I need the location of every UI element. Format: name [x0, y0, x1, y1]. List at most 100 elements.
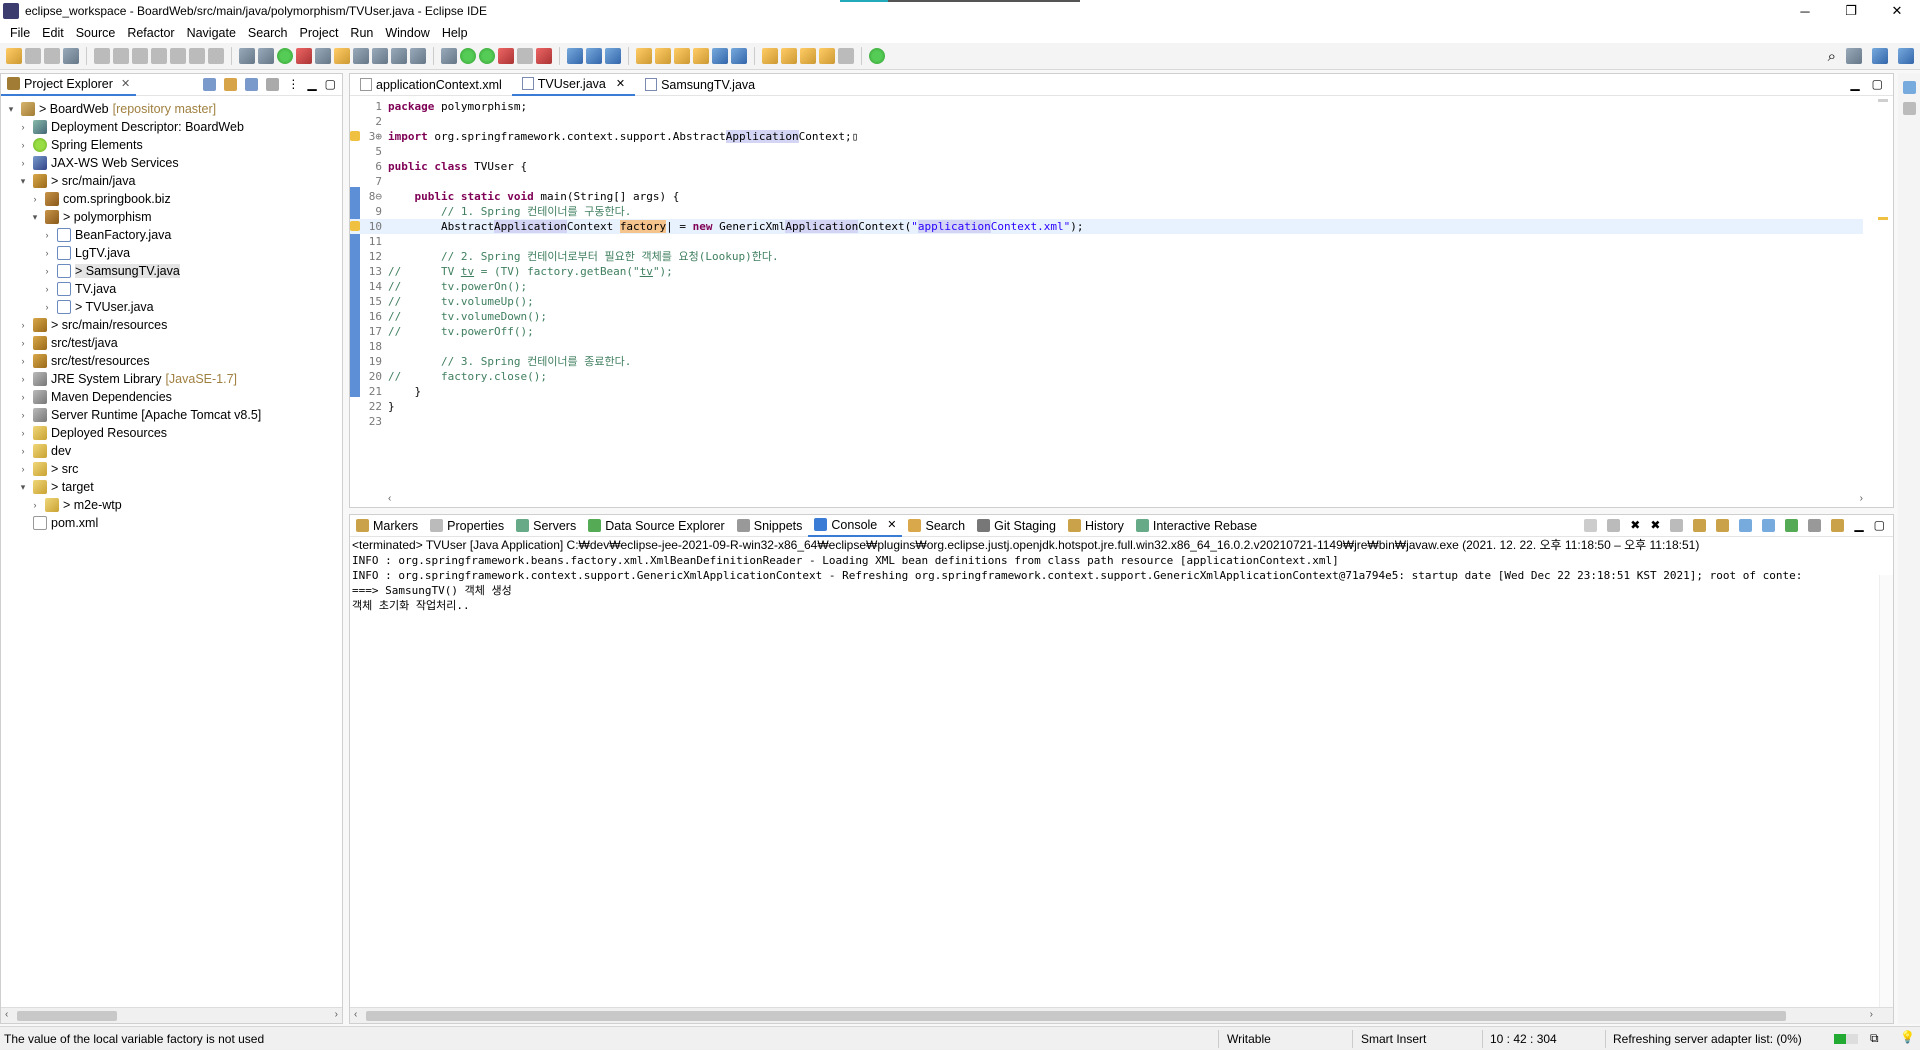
open-task-icon[interactable]	[655, 48, 671, 64]
expanded-chevron-icon[interactable]: ▾	[5, 104, 17, 115]
collapsed-chevron-icon[interactable]: ›	[17, 392, 29, 402]
clear-console-icon[interactable]	[1670, 518, 1684, 532]
toggle-java-editor-icon[interactable]	[372, 48, 388, 64]
toggle-block-icon[interactable]	[239, 48, 255, 64]
open-type-icon[interactable]	[315, 48, 331, 64]
debug-icon[interactable]	[441, 48, 457, 64]
maximize-view-icon[interactable]: ▢	[1872, 77, 1883, 91]
minimize-view-icon[interactable]: ▁	[307, 77, 316, 91]
code-line[interactable]: 7	[350, 174, 1863, 189]
tree-item[interactable]: ▾ > src/main/java	[1, 172, 342, 190]
tab-markers[interactable]: Markers	[350, 515, 424, 537]
tree-item[interactable]: › TV.java	[1, 280, 342, 298]
status-cursor-position[interactable]: 10 : 42 : 304	[1490, 1032, 1557, 1046]
spring-dashboard-icon[interactable]	[296, 48, 312, 64]
code-line[interactable]: 23	[350, 414, 1863, 429]
link-editor-icon[interactable]	[224, 77, 238, 91]
tab-interactive-rebase[interactable]: Interactive Rebase	[1130, 515, 1263, 537]
collapsed-chevron-icon[interactable]: ›	[17, 428, 29, 438]
tab-servers[interactable]: Servers	[510, 515, 582, 537]
code-line[interactable]: 19 // 3. Spring 컨테이너를 종료한다.	[350, 354, 1863, 369]
suspend-icon[interactable]	[113, 48, 129, 64]
tree-item[interactable]: › LgTV.java	[1, 244, 342, 262]
stop-icon[interactable]	[1607, 518, 1621, 532]
tab-properties[interactable]: Properties	[424, 515, 510, 537]
progress-bar[interactable]	[1834, 1034, 1858, 1044]
run-ant-icon[interactable]	[536, 48, 552, 64]
maximize-view-icon[interactable]: ▢	[325, 77, 336, 91]
scroll-lock-icon[interactable]	[1693, 518, 1707, 532]
scroll-left-icon[interactable]: ‹	[5, 1009, 8, 1020]
code-line[interactable]: 18	[350, 339, 1863, 354]
tab-snippets[interactable]: Snippets	[731, 515, 809, 537]
tree-item[interactable]: › BeanFactory.java	[1, 226, 342, 244]
task-list-icon[interactable]	[1902, 102, 1916, 115]
new-package-icon[interactable]	[586, 48, 602, 64]
code-line[interactable]: 6 public class TVUser {	[350, 159, 1863, 174]
collapsed-chevron-icon[interactable]: ›	[41, 230, 53, 240]
collapsed-chevron-icon[interactable]: ›	[29, 500, 41, 510]
java-perspective-icon[interactable]	[1898, 48, 1914, 64]
warning-mark[interactable]	[1878, 217, 1888, 220]
focus-icon[interactable]	[266, 77, 280, 91]
collapsed-chevron-icon[interactable]: ›	[17, 356, 29, 366]
open-folder-icon[interactable]	[636, 48, 652, 64]
collapsed-chevron-icon[interactable]: ›	[17, 410, 29, 420]
globe-icon[interactable]	[712, 48, 728, 64]
menu-navigate[interactable]: Navigate	[181, 26, 242, 40]
tree-item[interactable]: › > src	[1, 460, 342, 478]
collapse-all-icon[interactable]	[203, 77, 217, 91]
minimize-view-icon[interactable]: ▁	[1854, 518, 1863, 532]
skip-breakpoints-icon[interactable]	[63, 48, 79, 64]
progress-view-icon[interactable]: ⧉	[1870, 1031, 1879, 1046]
tab-samsungtv-java[interactable]: SamsungTV.java	[635, 74, 765, 96]
tab-tvuser-java[interactable]: TVUser.java ✕	[511, 73, 636, 96]
code-line[interactable]: 12 // 2. Spring 컨테이너로부터 필요한 객체를 요청(Looku…	[350, 249, 1863, 264]
scroll-left-icon[interactable]: ‹	[388, 493, 391, 504]
run-external-tools-icon[interactable]	[498, 48, 514, 64]
menu-project[interactable]: Project	[294, 26, 345, 40]
tree-item[interactable]: › > src/main/resources	[1, 316, 342, 334]
scroll-left-icon[interactable]: ‹	[354, 1009, 357, 1020]
collapsed-chevron-icon[interactable]: ›	[17, 320, 29, 330]
show-whitespace-icon[interactable]	[391, 48, 407, 64]
next-annotation-icon[interactable]	[762, 48, 778, 64]
tree-item[interactable]: › > SamsungTV.java	[1, 262, 342, 280]
code-area[interactable]: 1 package polymorphism; 2 3⊕ import org.spri…	[350, 97, 1893, 490]
scroll-right-icon[interactable]: ›	[335, 1009, 338, 1020]
collapsed-chevron-icon[interactable]: ›	[17, 140, 29, 150]
stop-server-icon[interactable]	[517, 48, 533, 64]
show-on-stdout-icon[interactable]	[1739, 518, 1753, 532]
code-line[interactable]: 11	[350, 234, 1863, 249]
code-line[interactable]: 10 AbstractApplicationContext factory| =…	[350, 219, 1863, 234]
menu-run[interactable]: Run	[344, 26, 379, 40]
run-icon[interactable]	[460, 48, 476, 64]
collapsed-chevron-icon[interactable]: ›	[17, 374, 29, 384]
collapsed-chevron-icon[interactable]: ›	[17, 338, 29, 348]
project-explorer-scrollbar[interactable]: ‹ ›	[1, 1007, 342, 1023]
resume-icon[interactable]	[94, 48, 110, 64]
tree-item[interactable]: › JAX-WS Web Services	[1, 154, 342, 172]
tree-item[interactable]: › > m2e-wtp	[1, 496, 342, 514]
disconnect-icon[interactable]	[151, 48, 167, 64]
close-button[interactable]: ✕	[1874, 0, 1920, 22]
java-ee-perspective-icon[interactable]	[1872, 48, 1888, 64]
code-line[interactable]: 1 package polymorphism;	[350, 99, 1863, 114]
tree-item[interactable]: › dev	[1, 442, 342, 460]
scroll-thumb[interactable]	[366, 1011, 1786, 1021]
tree-item[interactable]: › > TVUser.java	[1, 298, 342, 316]
spring-boot-icon[interactable]	[277, 48, 293, 64]
console-scrollbar[interactable]: ‹ ›	[350, 1007, 1893, 1023]
menu-source[interactable]: Source	[70, 26, 122, 40]
collapsed-chevron-icon[interactable]: ›	[17, 122, 29, 132]
scroll-thumb[interactable]	[17, 1011, 117, 1021]
code-line[interactable]: 17 // tv.powerOff();	[350, 324, 1863, 339]
search-icon[interactable]: ⌕	[1828, 48, 1836, 65]
expanded-chevron-icon[interactable]: ▾	[29, 212, 41, 223]
previous-annotation-icon[interactable]	[781, 48, 797, 64]
last-edit-icon[interactable]	[800, 48, 816, 64]
collapsed-chevron-icon[interactable]: ›	[17, 446, 29, 456]
breadcrumb-icon[interactable]	[353, 48, 369, 64]
minimize-view-icon[interactable]: ▁	[1850, 77, 1859, 91]
step-into-icon[interactable]	[170, 48, 186, 64]
